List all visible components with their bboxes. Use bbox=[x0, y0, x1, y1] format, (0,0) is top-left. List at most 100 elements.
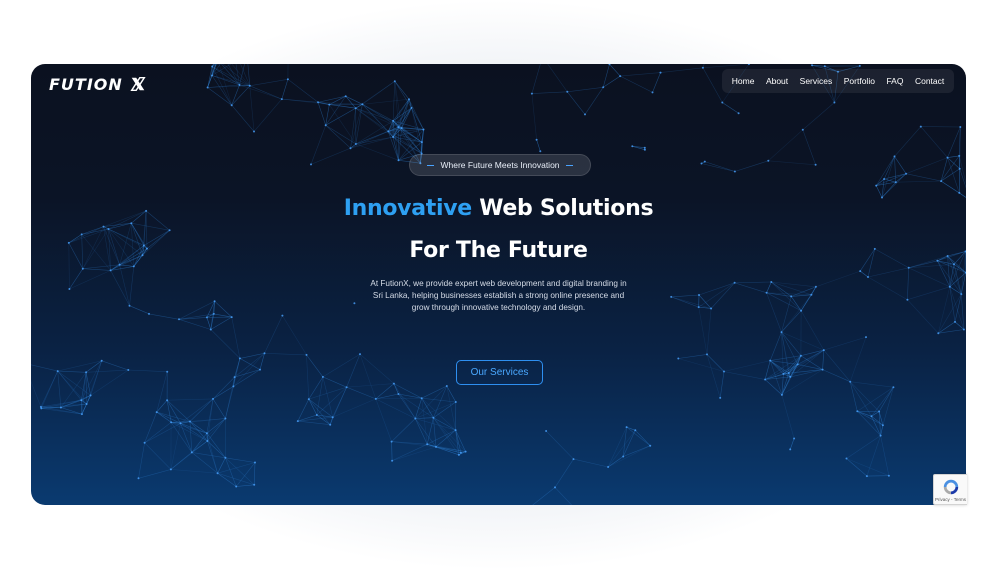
network-line bbox=[427, 444, 461, 454]
network-line bbox=[871, 416, 884, 426]
nav-contact[interactable]: Contact bbox=[915, 76, 944, 86]
network-line bbox=[398, 393, 416, 419]
network-line bbox=[536, 139, 541, 152]
network-node bbox=[397, 393, 400, 395]
network-node bbox=[408, 98, 410, 101]
network-node bbox=[723, 370, 725, 373]
network-node bbox=[414, 417, 417, 420]
network-line bbox=[345, 96, 356, 109]
network-line bbox=[802, 129, 816, 165]
network-node bbox=[390, 440, 393, 443]
network-line bbox=[138, 469, 171, 479]
network-node bbox=[958, 191, 961, 194]
network-node bbox=[148, 312, 150, 315]
network-node bbox=[710, 307, 713, 310]
network-node bbox=[224, 417, 227, 420]
network-line bbox=[322, 376, 347, 388]
network-line bbox=[170, 422, 193, 453]
network-node bbox=[545, 430, 548, 432]
network-line bbox=[781, 331, 824, 351]
network-line bbox=[446, 385, 456, 431]
network-line bbox=[345, 95, 363, 105]
network-node bbox=[700, 162, 703, 165]
nav-services[interactable]: Services bbox=[800, 76, 833, 86]
network-node bbox=[454, 429, 457, 432]
nav-faq[interactable]: FAQ bbox=[886, 76, 903, 86]
network-line bbox=[191, 452, 218, 474]
network-line bbox=[622, 427, 627, 457]
network-node bbox=[263, 352, 266, 355]
network-node bbox=[810, 293, 813, 296]
network-node bbox=[317, 101, 319, 104]
network-node bbox=[387, 130, 390, 133]
network-line bbox=[253, 98, 283, 132]
network-node bbox=[206, 440, 209, 442]
network-node bbox=[80, 399, 83, 402]
network-line bbox=[391, 444, 428, 461]
our-services-button[interactable]: Our Services bbox=[456, 360, 543, 385]
network-line bbox=[231, 84, 240, 106]
recaptcha-text: Privacy - Terms bbox=[935, 496, 966, 502]
network-line bbox=[167, 398, 214, 401]
network-node bbox=[420, 397, 423, 400]
network-line bbox=[86, 369, 129, 373]
network-line bbox=[626, 426, 651, 446]
network-line bbox=[871, 416, 881, 436]
network-node bbox=[81, 267, 84, 270]
recaptcha-badge[interactable]: Privacy - Terms bbox=[933, 474, 967, 505]
network-line bbox=[362, 80, 395, 105]
network-line bbox=[531, 64, 541, 94]
network-node bbox=[607, 466, 610, 468]
network-node bbox=[132, 265, 135, 268]
network-node bbox=[353, 302, 356, 305]
network-node bbox=[128, 304, 131, 307]
network-line bbox=[878, 387, 894, 412]
network-node bbox=[789, 448, 792, 451]
network-node bbox=[865, 475, 868, 478]
network-node bbox=[814, 285, 817, 288]
network-node bbox=[324, 124, 327, 127]
network-line bbox=[800, 286, 817, 311]
network-line bbox=[411, 107, 424, 130]
network-line bbox=[355, 107, 394, 122]
network-line bbox=[607, 426, 627, 468]
network-line bbox=[849, 336, 867, 382]
network-node bbox=[205, 316, 208, 319]
network-node bbox=[906, 298, 909, 301]
network-node bbox=[410, 106, 413, 109]
tagline-dash-right bbox=[565, 164, 573, 166]
network-line bbox=[41, 370, 58, 409]
network-node bbox=[893, 155, 896, 158]
network-line bbox=[734, 160, 769, 172]
network-line bbox=[249, 85, 255, 132]
network-node bbox=[432, 416, 435, 419]
network-line bbox=[282, 315, 307, 356]
network-line bbox=[954, 294, 962, 322]
network-node bbox=[286, 78, 289, 81]
network-line bbox=[31, 380, 42, 408]
network-line bbox=[702, 67, 723, 103]
network-node bbox=[845, 457, 848, 460]
network-line bbox=[781, 331, 802, 356]
network-line bbox=[584, 87, 604, 115]
network-line bbox=[866, 435, 881, 477]
network-node bbox=[445, 385, 448, 387]
nav-about[interactable]: About bbox=[766, 76, 788, 86]
network-node bbox=[849, 380, 852, 383]
brand-logo[interactable]: FUTION bbox=[49, 74, 147, 94]
network-line bbox=[322, 353, 361, 378]
network-line bbox=[128, 369, 168, 372]
network-line bbox=[788, 349, 824, 374]
network-node bbox=[259, 368, 261, 371]
network-node bbox=[801, 128, 804, 131]
nav-home[interactable]: Home bbox=[732, 76, 755, 86]
network-line bbox=[391, 418, 416, 442]
network-line bbox=[660, 67, 703, 73]
network-node bbox=[799, 354, 802, 357]
nav-portfolio[interactable]: Portfolio bbox=[844, 76, 875, 86]
network-line bbox=[908, 267, 950, 288]
network-line bbox=[531, 93, 537, 140]
headline-accent: Innovative bbox=[343, 196, 472, 221]
network-node bbox=[937, 332, 940, 335]
network-line bbox=[346, 386, 376, 400]
